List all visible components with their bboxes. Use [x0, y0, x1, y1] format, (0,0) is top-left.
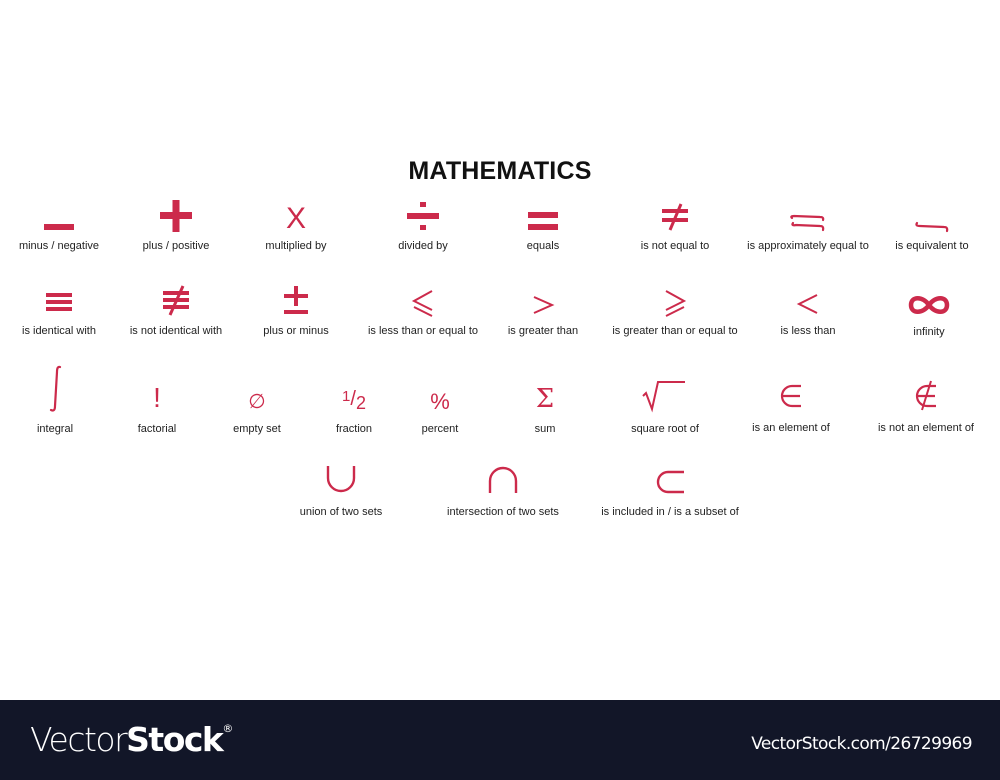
intersection-icon [423, 462, 583, 496]
image-url: VectorStock.com/26729969 [751, 734, 972, 754]
symbol-label: is not an element of [877, 422, 974, 434]
symbol-label: is equivalent to [895, 240, 969, 252]
vectorstock-logo: VectorStock® [30, 720, 233, 759]
footer-bar: VectorStock® VectorStock.com/26729969 [0, 700, 1000, 780]
subset-icon [590, 462, 750, 496]
equivalent-icon [852, 200, 1000, 234]
symbol-label: is included in / is a subset of [601, 506, 739, 518]
symbol-label: infinity [913, 326, 945, 338]
not-element-of-icon [846, 364, 1000, 414]
union-icon [261, 462, 421, 496]
registered-mark: ® [222, 722, 234, 735]
page-title: MATHEMATICS [408, 157, 592, 185]
logo-light-text: Vector [30, 720, 128, 759]
logo-bold-text: Stock [126, 720, 224, 759]
infinity-icon [849, 285, 1000, 321]
